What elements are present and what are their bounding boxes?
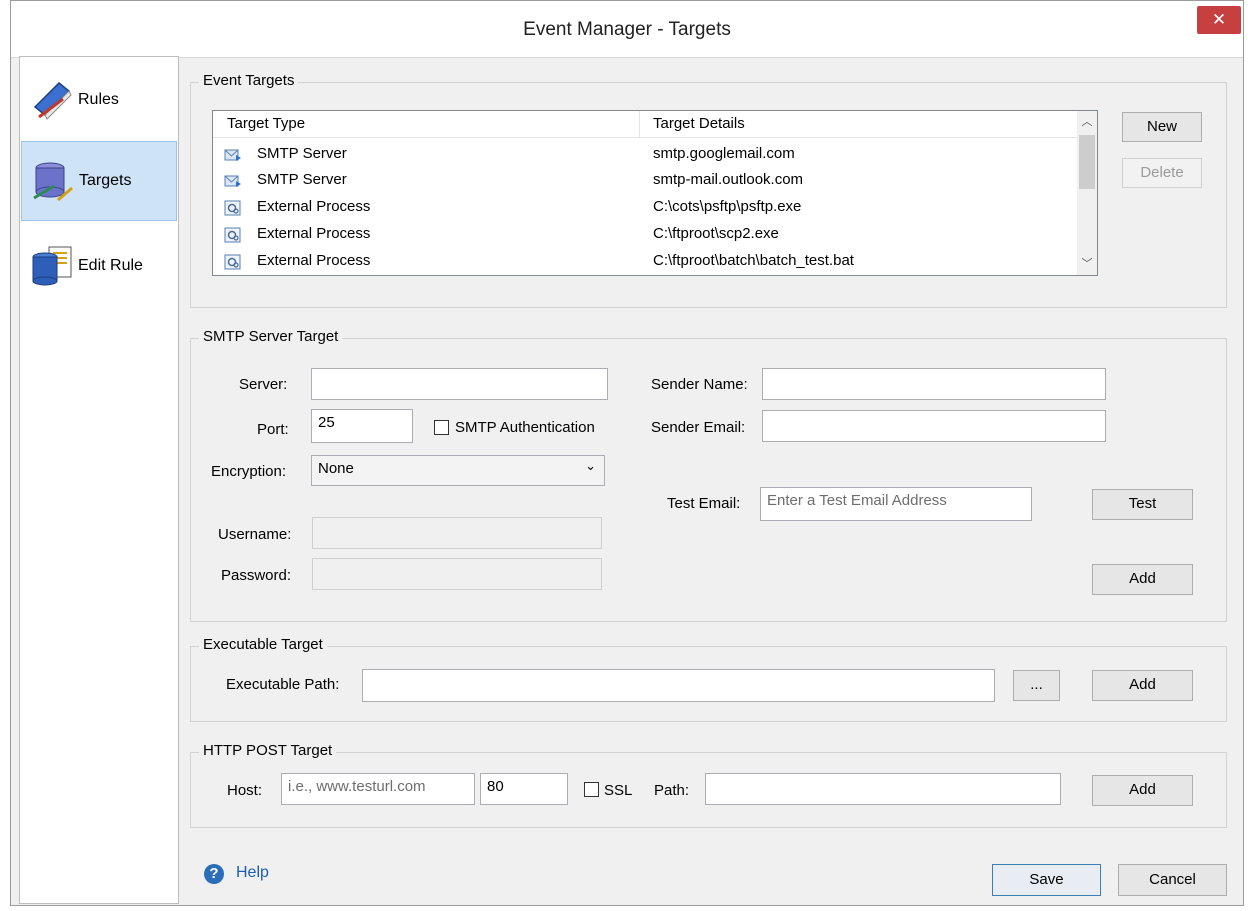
ssl-checkbox[interactable] — [584, 782, 599, 797]
target-details-cell: smtp-mail.outlook.com — [653, 171, 804, 188]
group-title: Executable Target — [199, 636, 327, 653]
sidebar-item-targets[interactable]: Targets — [21, 141, 177, 221]
target-type-cell: External Process — [257, 252, 371, 269]
window-title: Event Manager - Targets — [523, 19, 731, 40]
smtp-authentication-label: SMTP Authentication — [455, 419, 595, 436]
encryption-label: Encryption: — [211, 463, 287, 480]
edit-rule-icon — [32, 246, 72, 286]
event-targets-list[interactable]: Target Type Target Details SMTP Server s… — [212, 110, 1098, 276]
title-bar: Event Manager - Targets ✕ — [11, 1, 1243, 58]
mail-icon — [224, 149, 241, 161]
ssl-label: SSL — [604, 782, 633, 799]
column-header-target-type[interactable]: Target Type — [227, 115, 305, 132]
add-executable-target-button[interactable]: Add — [1092, 670, 1193, 701]
encryption-selected-value: None — [318, 460, 354, 477]
browse-button[interactable]: ... — [1013, 670, 1060, 701]
target-type-cell: External Process — [257, 225, 371, 242]
executable-path-label: Executable Path: — [226, 676, 340, 693]
port-input[interactable]: 25 — [311, 409, 413, 443]
username-label: Username: — [218, 526, 292, 543]
port-label: Port: — [257, 421, 289, 438]
group-title: Event Targets — [199, 72, 299, 89]
close-button[interactable]: ✕ — [1197, 6, 1241, 34]
list-item[interactable]: External Process C:\cots\psftp\psftp.exe — [213, 195, 1077, 221]
sidebar: Rules Targets Edit Rule — [19, 56, 179, 904]
delete-target-button[interactable]: Delete — [1122, 158, 1202, 188]
process-icon — [224, 227, 241, 243]
sender-name-label: Sender Name: — [651, 376, 748, 393]
group-title: HTTP POST Target — [199, 742, 337, 759]
password-input[interactable] — [312, 558, 602, 590]
test-email-label: Test Email: — [667, 495, 741, 512]
chevron-down-icon: ⌄ — [585, 458, 596, 473]
host-input[interactable]: i.e., www.testurl.com — [281, 773, 475, 805]
http-port-input[interactable]: 80 — [480, 773, 568, 805]
http-path-input[interactable] — [705, 773, 1061, 805]
username-input[interactable] — [312, 517, 602, 549]
target-details-cell: C:\ftproot\scp2.exe — [653, 225, 779, 242]
scroll-down-icon[interactable]: ﹀ — [1077, 255, 1097, 273]
list-item[interactable]: External Process C:\ftproot\batch\batch_… — [213, 249, 1077, 275]
mail-icon — [224, 175, 241, 187]
help-icon[interactable]: ? — [204, 864, 224, 884]
new-target-button[interactable]: New — [1122, 112, 1202, 142]
sender-email-input[interactable] — [762, 410, 1106, 442]
sender-name-input[interactable] — [762, 368, 1106, 400]
test-email-button[interactable]: Test — [1092, 489, 1193, 520]
target-details-cell: C:\ftproot\batch\batch_test.bat — [653, 252, 854, 269]
host-label: Host: — [227, 782, 263, 799]
add-smtp-target-button[interactable]: Add — [1092, 564, 1193, 595]
target-type-cell: SMTP Server — [257, 145, 347, 162]
server-label: Server: — [239, 376, 288, 393]
target-details-cell: C:\cots\psftp\psftp.exe — [653, 198, 802, 215]
test-email-placeholder: Enter a Test Email Address — [767, 492, 947, 509]
column-header-target-details[interactable]: Target Details — [653, 115, 745, 132]
add-http-target-button[interactable]: Add — [1092, 775, 1193, 806]
executable-path-input[interactable] — [362, 669, 995, 702]
column-separator — [639, 111, 640, 137]
list-item[interactable]: SMTP Server smtp.googlemail.com — [213, 142, 1077, 168]
host-placeholder: i.e., www.testurl.com — [288, 778, 426, 795]
sidebar-item-label: Targets — [79, 172, 132, 189]
sidebar-item-label: Edit Rule — [78, 257, 143, 274]
target-type-cell: SMTP Server — [257, 171, 347, 188]
target-details-cell: smtp.googlemail.com — [653, 145, 795, 162]
test-email-input[interactable]: Enter a Test Email Address — [760, 487, 1032, 521]
group-title: SMTP Server Target — [199, 328, 343, 345]
rules-book-icon — [33, 81, 72, 120]
list-header: Target Type Target Details — [213, 111, 1077, 138]
targets-database-icon — [33, 162, 73, 202]
process-icon — [224, 254, 241, 270]
path-label: Path: — [654, 782, 690, 799]
sidebar-item-rules[interactable]: Rules — [21, 61, 177, 141]
encryption-select[interactable]: None ⌄ — [311, 455, 605, 486]
sidebar-item-label: Rules — [78, 91, 119, 108]
password-label: Password: — [221, 567, 292, 584]
sidebar-item-edit-rule[interactable]: Edit Rule — [21, 227, 177, 307]
target-type-cell: External Process — [257, 198, 371, 215]
sender-email-label: Sender Email: — [651, 419, 746, 436]
process-icon — [224, 200, 241, 216]
save-button[interactable]: Save — [992, 864, 1101, 896]
list-item[interactable]: External Process C:\ftproot\scp2.exe — [213, 222, 1077, 248]
scroll-thumb[interactable] — [1079, 135, 1095, 189]
help-link[interactable]: Help — [236, 864, 269, 882]
server-input[interactable] — [311, 368, 608, 400]
smtp-authentication-checkbox[interactable] — [434, 420, 449, 435]
list-item[interactable]: SMTP Server smtp-mail.outlook.com — [213, 168, 1077, 194]
vertical-scrollbar[interactable]: ︿ ﹀ — [1077, 111, 1097, 275]
cancel-button[interactable]: Cancel — [1118, 864, 1227, 896]
scroll-up-icon[interactable]: ︿ — [1077, 113, 1097, 131]
